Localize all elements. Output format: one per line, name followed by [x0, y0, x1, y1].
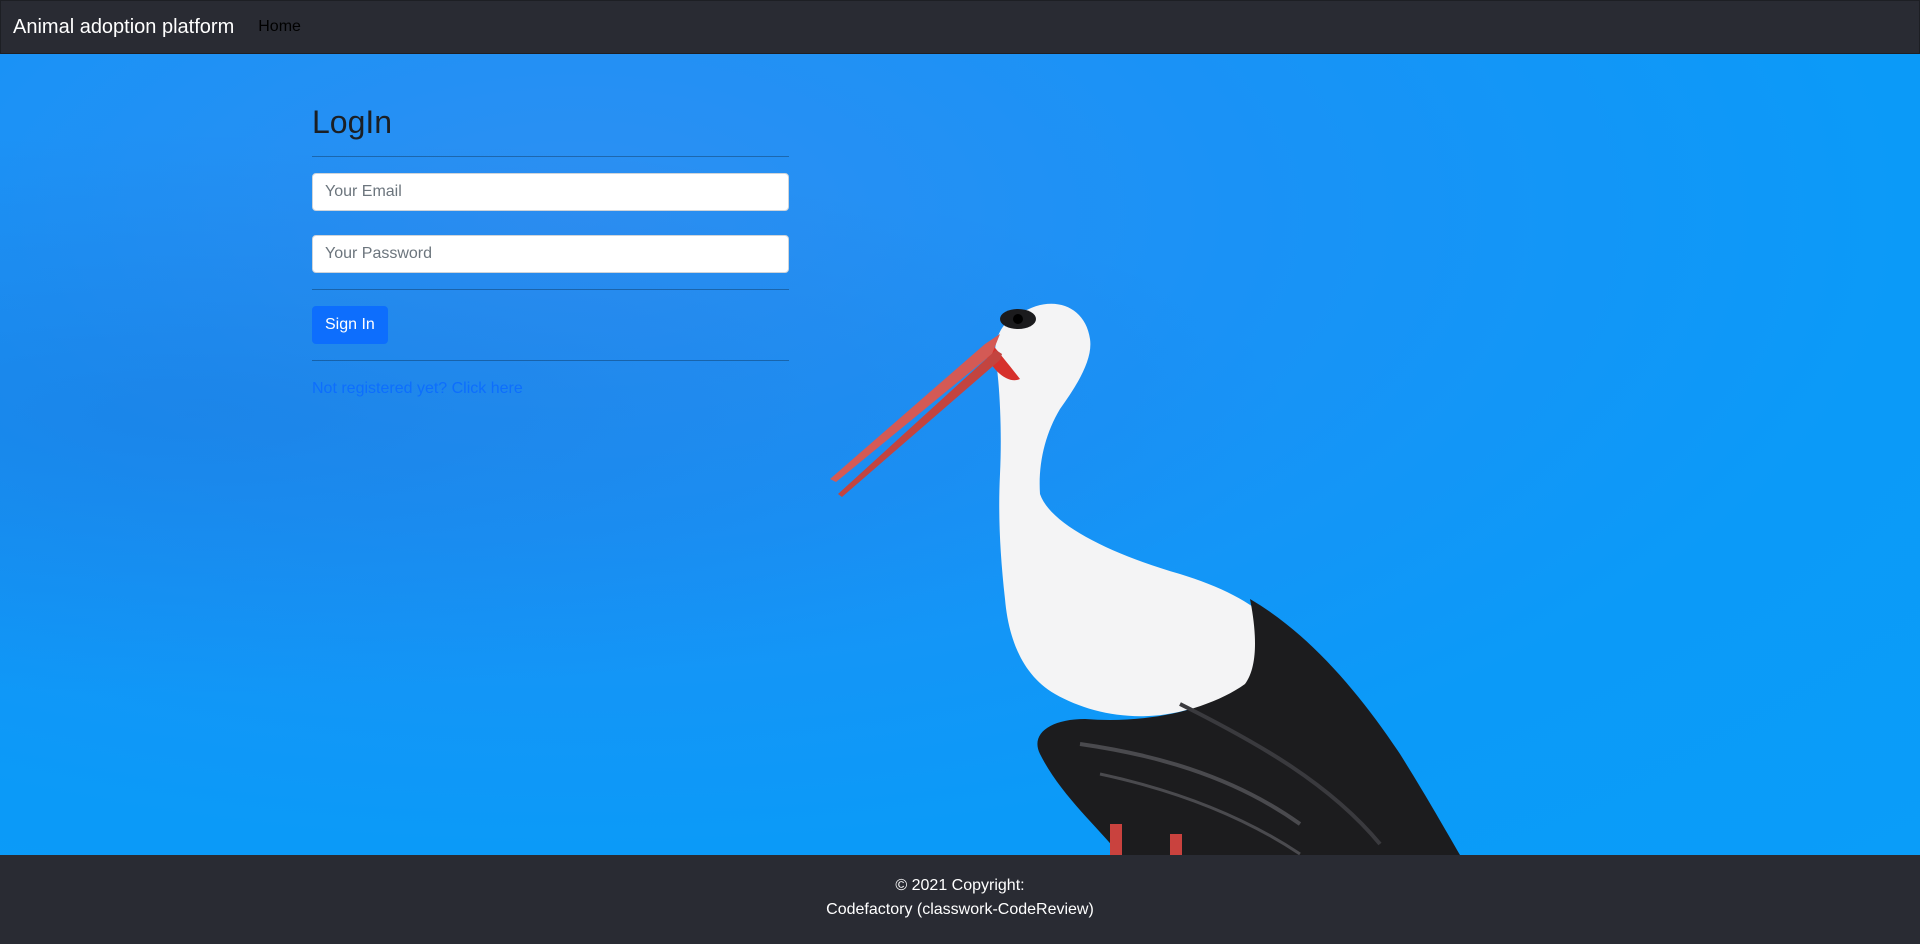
divider — [312, 360, 789, 361]
login-form: LogIn Sign In Not registered yet? Click … — [312, 102, 789, 398]
nav-link-home[interactable]: Home — [258, 18, 301, 36]
footer-credit: Codefactory (classwork-CodeReview) — [826, 901, 1094, 918]
password-input[interactable] — [312, 235, 789, 273]
register-link[interactable]: Not registered yet? Click here — [312, 380, 523, 397]
footer-copyright: © 2021 Copyright: — [895, 877, 1025, 894]
footer: © 2021 Copyright: Codefactory (classwork… — [0, 855, 1920, 944]
navbar-brand[interactable]: Animal adoption platform — [13, 16, 234, 39]
page-title: LogIn — [312, 104, 393, 140]
stork-image — [830, 303, 1460, 855]
email-input[interactable] — [312, 173, 789, 211]
divider — [312, 156, 789, 157]
hero-background — [0, 54, 1920, 855]
sign-in-button[interactable]: Sign In — [312, 306, 388, 344]
divider — [312, 289, 789, 290]
navbar: Animal adoption platform Home — [0, 0, 1920, 54]
